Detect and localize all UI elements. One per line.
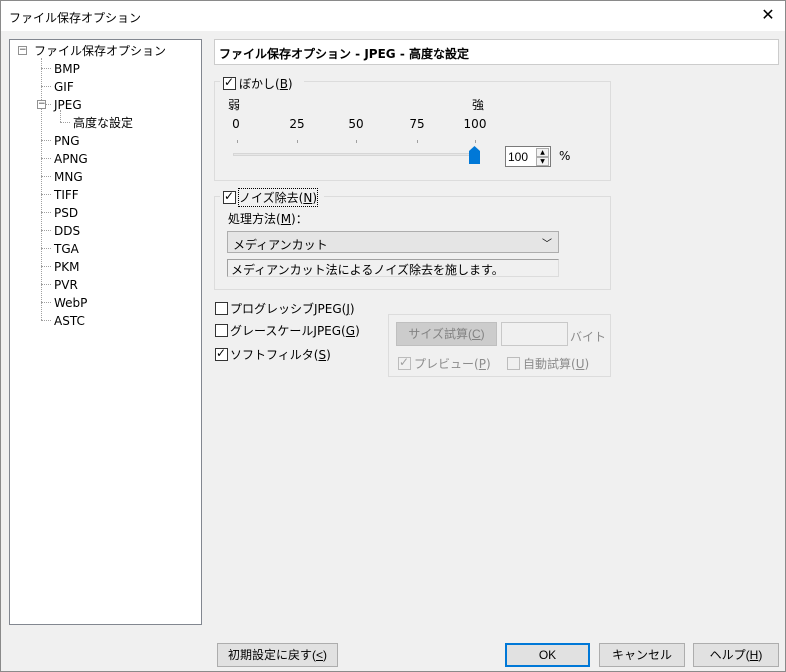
blur-group — [214, 81, 611, 181]
tick-label-0: 0 — [232, 117, 240, 131]
tree-line — [41, 212, 51, 213]
help-button[interactable]: ヘルプ(H) — [693, 643, 779, 667]
noise-checkbox[interactable] — [223, 189, 236, 204]
close-icon[interactable]: ✕ — [757, 5, 779, 27]
tree-item-advanced[interactable]: 高度な設定 — [72, 114, 135, 132]
soft-filter-label[interactable]: ソフトフィルタ(S) — [230, 346, 331, 363]
method-select-value: メディアンカット — [233, 238, 328, 252]
tree-item-psd[interactable]: PSD — [54, 204, 78, 222]
weak-label: 弱 — [228, 98, 241, 112]
tree-item-tga[interactable]: TGA — [54, 240, 79, 258]
tree-line — [41, 320, 51, 321]
auto-test-checkbox[interactable] — [507, 357, 520, 370]
tree-line — [41, 266, 51, 267]
dialog-window: ファイル保存オプション ✕ − ファイル保存オプション BMP GIF − JP… — [0, 0, 786, 672]
blur-label[interactable]: ぼかし(B) — [239, 75, 293, 92]
tree-item-mng[interactable]: MNG — [54, 168, 83, 186]
tree-line — [41, 58, 42, 320]
tick-mark — [475, 140, 476, 143]
page-title: ファイル保存オプション - JPEG - 高度な設定 — [219, 47, 469, 61]
tree-line — [41, 194, 51, 195]
tree-item-webp[interactable]: WebP — [54, 294, 87, 312]
tree-item-dds[interactable]: DDS — [54, 222, 80, 240]
tick-label-50: 50 — [348, 117, 364, 131]
title-bar: ファイル保存オプション ✕ — [1, 1, 785, 31]
tree-item-gif[interactable]: GIF — [54, 78, 74, 96]
tree-line — [46, 104, 51, 105]
progressive-checkbox[interactable] — [215, 302, 228, 315]
tree-item-jpeg[interactable]: JPEG — [54, 96, 82, 114]
tick-label-75: 75 — [409, 117, 425, 131]
options-tree[interactable]: − ファイル保存オプション BMP GIF − JPEG 高度な設定 PNG A… — [9, 39, 202, 625]
tree-item-root[interactable]: ファイル保存オプション — [34, 42, 166, 60]
tree-item-tiff[interactable]: TIFF — [54, 186, 79, 204]
collapse-icon[interactable]: − — [18, 46, 27, 55]
ok-button[interactable]: OK — [505, 643, 590, 667]
blur-value-input[interactable] — [508, 149, 536, 164]
soft-filter-checkbox[interactable] — [215, 346, 228, 361]
spin-up-icon[interactable]: ▲ — [536, 148, 549, 157]
preview-checkbox[interactable] — [398, 355, 411, 370]
tree-line — [41, 68, 51, 69]
tree-line — [41, 176, 51, 177]
cancel-button[interactable]: キャンセル — [599, 643, 685, 667]
blur-checkbox[interactable] — [223, 75, 236, 90]
tree-item-bmp[interactable]: BMP — [54, 60, 80, 78]
collapse-icon[interactable]: − — [37, 100, 46, 109]
tick-label-25: 25 — [289, 117, 305, 131]
tick-mark — [356, 140, 357, 143]
spin-down-icon[interactable]: ▼ — [536, 157, 549, 166]
tree-line — [41, 158, 51, 159]
grayscale-checkbox[interactable] — [215, 324, 228, 337]
strong-label: 強 — [472, 98, 485, 112]
auto-test-label[interactable]: 自動試算(U) — [523, 355, 589, 372]
tree-item-apng[interactable]: APNG — [54, 150, 88, 168]
tree-item-astc[interactable]: ASTC — [54, 312, 85, 330]
size-test-button[interactable]: サイズ試算(C) — [396, 322, 497, 346]
blur-slider-thumb[interactable] — [469, 146, 480, 164]
noise-label[interactable]: ノイズ除去(N) — [238, 188, 318, 207]
method-description-text: メディアンカット法によるノイズ除去を施します。 — [231, 263, 504, 277]
page-header: ファイル保存オプション - JPEG - 高度な設定 — [214, 39, 779, 65]
blur-slider-track[interactable] — [233, 153, 477, 156]
method-description: メディアンカット法によるノイズ除去を施します。 — [227, 259, 559, 277]
method-label: 処理方法(M)： — [228, 212, 308, 226]
tick-mark — [297, 140, 298, 143]
tree-line — [41, 140, 51, 141]
tick-mark — [417, 140, 418, 143]
grayscale-label[interactable]: グレースケールJPEG(G) — [230, 322, 360, 339]
percent-unit: % — [559, 149, 571, 163]
tree-line — [41, 86, 51, 87]
tree-line — [60, 122, 70, 123]
tick-mark — [237, 140, 238, 143]
tree-item-png[interactable]: PNG — [54, 132, 80, 150]
tree-line — [41, 230, 51, 231]
preview-label[interactable]: プレビュー(P) — [414, 355, 491, 372]
byte-unit: バイト — [570, 330, 607, 344]
method-select[interactable]: メディアンカット ﹀ — [227, 231, 559, 253]
tree-item-pkm[interactable]: PKM — [54, 258, 79, 276]
blur-spin-box[interactable]: ▲ ▼ — [505, 146, 551, 167]
chevron-down-icon: ﹀ — [542, 239, 552, 250]
size-value-field[interactable] — [501, 322, 568, 346]
window-title: ファイル保存オプション — [9, 11, 142, 25]
tree-line — [41, 284, 51, 285]
reset-defaults-button[interactable]: 初期設定に戻す(<) — [217, 643, 338, 667]
tick-label-100: 100 — [463, 117, 487, 131]
tree-item-pvr[interactable]: PVR — [54, 276, 78, 294]
tree-line — [41, 248, 51, 249]
tree-line — [41, 302, 51, 303]
progressive-label[interactable]: プログレッシブJPEG(J) — [230, 300, 355, 317]
